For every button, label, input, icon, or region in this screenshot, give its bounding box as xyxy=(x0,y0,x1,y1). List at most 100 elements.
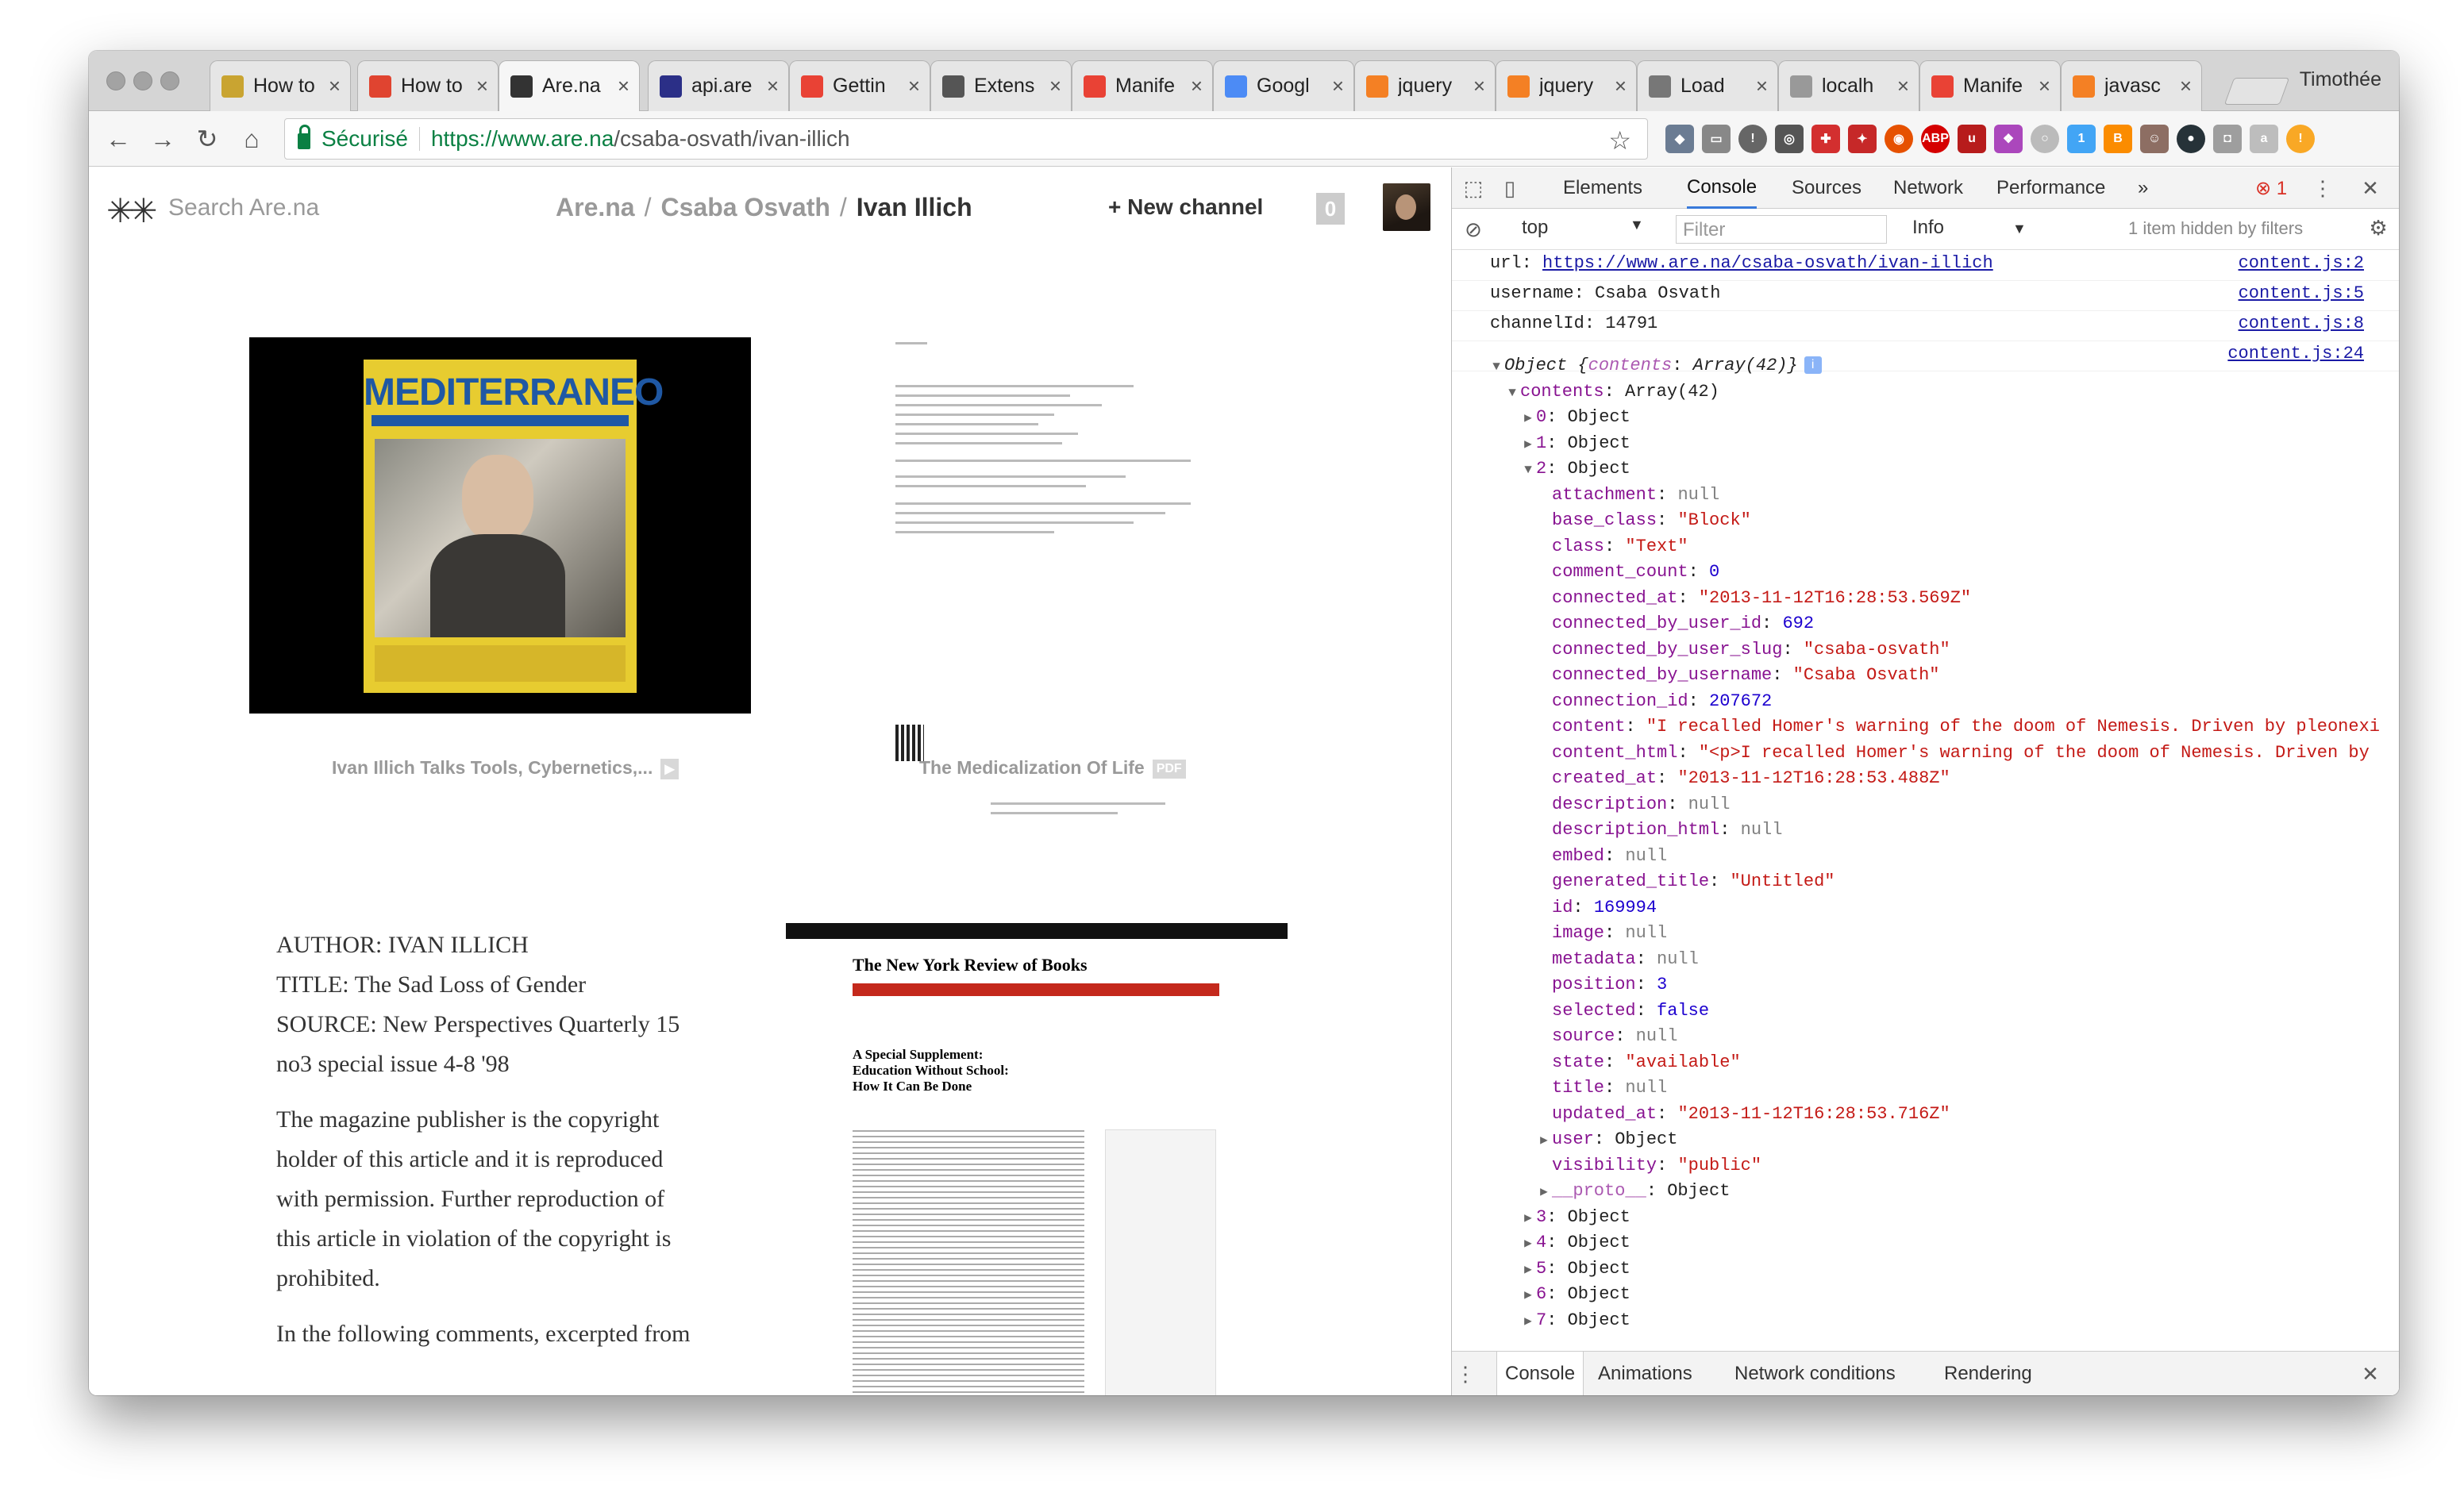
tree-row[interactable]: generated_title: "Untitled" xyxy=(1452,869,2399,894)
extension-icon[interactable]: a xyxy=(2250,125,2278,153)
zoom-window-button[interactable] xyxy=(160,71,179,90)
minimize-window-button[interactable] xyxy=(133,71,152,90)
tree-row[interactable]: source: null xyxy=(1452,1024,2399,1049)
tree-row[interactable]: position: 3 xyxy=(1452,972,2399,998)
extension-icon[interactable]: ● xyxy=(2177,125,2205,153)
tree-row[interactable]: embed: null xyxy=(1452,844,2399,869)
camera-icon[interactable]: ◘ xyxy=(2213,125,2242,153)
close-icon[interactable]: × xyxy=(1756,74,1768,98)
device-toolbar-icon[interactable]: ▯ xyxy=(1496,175,1523,201)
tree-row[interactable]: content: "I recalled Homer's warning of … xyxy=(1452,714,2399,740)
warning-icon[interactable]: ! xyxy=(2286,125,2315,153)
tab-sources[interactable]: Sources xyxy=(1792,167,1861,209)
forward-arrow-icon[interactable]: → xyxy=(144,121,181,157)
extension-icon[interactable]: 1 xyxy=(2067,125,2096,153)
extension-icon[interactable]: ◎ xyxy=(1775,125,1804,153)
tree-row[interactable]: connected_by_user_id: 692 xyxy=(1452,611,2399,637)
triangle-right-icon[interactable]: ▶ xyxy=(1536,1128,1552,1153)
tab-console[interactable]: Console xyxy=(1687,167,1758,209)
tab-12[interactable]: Manife × xyxy=(1919,60,2061,111)
tab-7[interactable]: Googl × xyxy=(1213,60,1354,111)
extension-icon[interactable]: B xyxy=(2104,125,2132,153)
triangle-right-icon[interactable]: ▶ xyxy=(1520,1231,1536,1256)
tree-row[interactable]: ▶ 7: Object xyxy=(1452,1308,2399,1333)
url-link[interactable]: https://www.are.na/csaba-osvath/ivan-ill… xyxy=(1542,253,1993,273)
tree-row[interactable]: ▶ 0: Object xyxy=(1452,405,2399,430)
drawer-tab-animations[interactable]: Animations xyxy=(1598,1352,1692,1395)
adblock-icon[interactable]: ABP xyxy=(1921,125,1950,153)
tab-8[interactable]: jquery × xyxy=(1354,60,1496,111)
extension-icon[interactable]: ☺ xyxy=(2140,125,2169,153)
breadcrumb-user[interactable]: Csaba Osvath xyxy=(660,193,830,221)
tree-row[interactable]: ▼ Object {contents: Array(42)} i xyxy=(1452,353,2399,379)
triangle-down-icon[interactable]: ▼ xyxy=(1488,354,1504,379)
triangle-right-icon[interactable]: ▶ xyxy=(1520,1309,1536,1334)
tree-row[interactable]: connection_id: 207672 xyxy=(1452,689,2399,714)
tree-row[interactable]: image: null xyxy=(1452,921,2399,946)
close-icon[interactable]: × xyxy=(2039,74,2050,98)
error-count-badge[interactable]: ⊗ 1 xyxy=(2255,177,2287,200)
extension-icon[interactable]: ○ xyxy=(2031,125,2059,153)
ublock-icon[interactable]: u xyxy=(1958,125,1986,153)
tree-row[interactable]: ▶ 4: Object xyxy=(1452,1230,2399,1256)
close-icon[interactable]: × xyxy=(618,74,629,98)
new-channel-button[interactable]: + New channel xyxy=(1108,194,1263,220)
close-icon[interactable]: × xyxy=(1332,74,1344,98)
close-icon[interactable]: × xyxy=(1473,74,1485,98)
tree-row[interactable]: attachment: null xyxy=(1452,483,2399,508)
breadcrumb-channel[interactable]: Ivan Illich xyxy=(857,193,972,221)
tab-4[interactable]: Gettin × xyxy=(789,60,930,111)
tab-1[interactable]: How to × xyxy=(357,60,499,111)
triangle-right-icon[interactable]: ▶ xyxy=(1520,432,1536,457)
tab-performance[interactable]: Performance xyxy=(1996,167,2105,209)
tab-10[interactable]: Load × xyxy=(1637,60,1778,111)
back-arrow-icon[interactable]: ← xyxy=(100,121,137,157)
close-icon[interactable]: × xyxy=(1615,74,1627,98)
tab-0[interactable]: How to × xyxy=(210,60,351,111)
close-icon[interactable]: ✕ xyxy=(2357,1361,2384,1387)
close-icon[interactable]: × xyxy=(329,74,341,98)
close-icon[interactable]: × xyxy=(476,74,488,98)
extension-icon[interactable]: ❖ xyxy=(1994,125,2023,153)
tab-3[interactable]: api.are × xyxy=(648,60,789,111)
extension-icon[interactable]: ✚ xyxy=(1811,125,1840,153)
tree-row[interactable]: ▼ contents: Array(42) xyxy=(1452,379,2399,405)
tree-row[interactable]: connected_by_username: "Csaba Osvath" xyxy=(1452,663,2399,688)
tree-row[interactable]: metadata: null xyxy=(1452,947,2399,972)
tree-row[interactable]: ▶ 3: Object xyxy=(1452,1205,2399,1230)
block-media-image[interactable]: MEDITERRANEO xyxy=(249,337,751,714)
new-tab-button[interactable] xyxy=(2223,78,2290,105)
more-tabs-icon[interactable]: » xyxy=(2138,167,2148,209)
tree-row[interactable]: connected_at: "2013-11-12T16:28:53.569Z" xyxy=(1452,586,2399,611)
close-icon[interactable]: × xyxy=(2180,74,2192,98)
close-icon[interactable]: × xyxy=(767,74,779,98)
source-link[interactable]: content.js:2 xyxy=(2239,253,2364,273)
tree-row[interactable]: ▶ __proto__: Object xyxy=(1452,1179,2399,1204)
reload-icon[interactable]: ↻ xyxy=(189,121,225,157)
extension-icon[interactable]: ◉ xyxy=(1885,125,1913,153)
tree-row[interactable]: updated_at: "2013-11-12T16:28:53.716Z" xyxy=(1452,1102,2399,1127)
tab-13[interactable]: javasc × xyxy=(2061,60,2202,111)
kebab-menu-icon[interactable]: ⋮ xyxy=(2309,175,2336,201)
channel-count-badge[interactable]: 0 xyxy=(1316,193,1345,225)
bookmark-star-icon[interactable]: ☆ xyxy=(1608,125,1631,156)
breadcrumb-root[interactable]: Are.na xyxy=(556,193,635,221)
tree-row[interactable]: description: null xyxy=(1452,792,2399,817)
inspect-element-icon[interactable]: ⬚ xyxy=(1460,175,1487,201)
close-window-button[interactable] xyxy=(106,71,125,90)
search-input[interactable]: Search Are.na xyxy=(168,194,319,221)
tree-row[interactable]: content_html: "<p>I recalled Homer's war… xyxy=(1452,741,2399,766)
tree-row[interactable]: id: 169994 xyxy=(1452,895,2399,921)
tab-2[interactable]: Are.na × xyxy=(499,60,640,111)
tree-row[interactable]: ▶ 5: Object xyxy=(1452,1256,2399,1282)
triangle-down-icon[interactable]: ▼ xyxy=(1520,457,1536,483)
source-link[interactable]: content.js:5 xyxy=(2239,283,2364,303)
close-icon[interactable]: × xyxy=(1897,74,1909,98)
tab-5[interactable]: Extens × xyxy=(930,60,1072,111)
tree-row[interactable]: created_at: "2013-11-12T16:28:53.488Z" xyxy=(1452,766,2399,791)
extension-icon[interactable]: ! xyxy=(1738,125,1767,153)
triangle-down-icon[interactable]: ▼ xyxy=(1504,380,1520,406)
block-pdf-thumbnail[interactable] xyxy=(895,326,1191,814)
arena-logo-icon[interactable]: ✳✳ xyxy=(106,191,157,230)
triangle-right-icon[interactable]: ▶ xyxy=(1536,1179,1552,1205)
